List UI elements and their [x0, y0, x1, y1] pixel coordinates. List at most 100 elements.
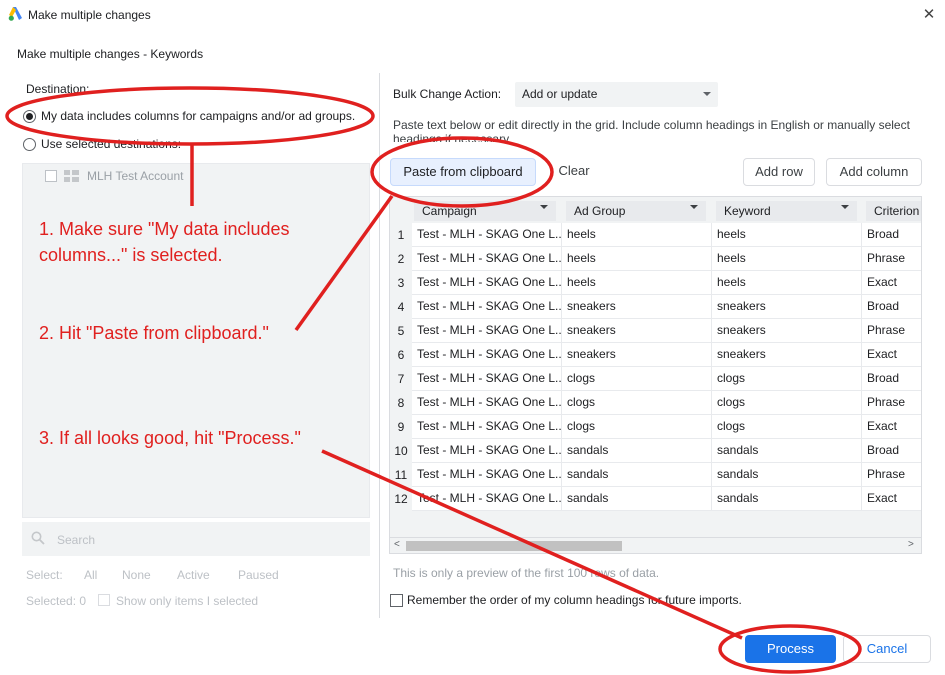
remember-order-label[interactable]: Remember the order of my column headings… — [407, 593, 742, 607]
cell-campaign[interactable]: Test - MLH - SKAG One L... — [412, 247, 562, 271]
cell-keyword[interactable]: clogs — [712, 415, 862, 439]
cell-keyword[interactable]: sandals — [712, 487, 862, 511]
cell-campaign[interactable]: Test - MLH - SKAG One L... — [412, 319, 562, 343]
cell-ad-group[interactable]: clogs — [562, 415, 712, 439]
radio-my-data[interactable] — [23, 110, 36, 123]
scrollbar-thumb[interactable] — [406, 541, 622, 551]
cell-criterion[interactable]: Phrase — [862, 319, 921, 343]
selected-count: Selected: 0 — [26, 594, 87, 608]
cell-criterion[interactable]: Phrase — [862, 247, 921, 271]
cell-criterion[interactable]: Phrase — [862, 391, 921, 415]
clear-button[interactable]: Clear — [551, 158, 597, 186]
cell-ad-group[interactable]: clogs — [562, 391, 712, 415]
cell-campaign[interactable]: Test - MLH - SKAG One L... — [412, 271, 562, 295]
row-number: 7 — [397, 372, 405, 386]
chevron-down-icon[interactable] — [841, 205, 849, 209]
row-number: 4 — [397, 300, 405, 314]
process-button[interactable]: Process — [745, 635, 836, 663]
cell-keyword[interactable]: heels — [712, 223, 862, 247]
cell-criterion[interactable]: Broad — [862, 295, 921, 319]
chevron-down-icon[interactable] — [690, 205, 698, 209]
horizontal-scrollbar[interactable]: < > — [390, 537, 921, 553]
cell-keyword[interactable]: heels — [712, 247, 862, 271]
cell-keyword[interactable]: sandals — [712, 463, 862, 487]
account-checkbox[interactable] — [45, 170, 57, 182]
cell-ad-group[interactable]: heels — [562, 271, 712, 295]
row-number: 8 — [397, 396, 405, 410]
cell-criterion[interactable]: Broad — [862, 223, 921, 247]
cell-ad-group[interactable]: heels — [562, 247, 712, 271]
select-label: Select: — [26, 568, 63, 582]
cell-criterion[interactable]: Exact — [862, 343, 921, 367]
cell-campaign[interactable]: Test - MLH - SKAG One L... — [412, 463, 562, 487]
cell-ad-group[interactable]: sneakers — [562, 343, 712, 367]
cell-criterion[interactable]: Exact — [862, 271, 921, 295]
row-number: 2 — [397, 252, 405, 266]
add-column-button[interactable]: Add column — [826, 158, 922, 186]
scroll-right-icon[interactable]: > — [908, 539, 914, 550]
cell-criterion[interactable]: Broad — [862, 439, 921, 463]
row-number: 9 — [397, 420, 405, 434]
data-grid[interactable]: Campaign Ad Group Keyword Criterion 1 Tes… — [389, 196, 922, 554]
show-only-selected-label[interactable]: Show only items I selected — [116, 594, 258, 608]
google-ads-logo-icon — [8, 7, 22, 21]
add-row-button[interactable]: Add row — [743, 158, 815, 186]
cell-keyword[interactable]: sneakers — [712, 319, 862, 343]
cell-criterion[interactable]: Broad — [862, 367, 921, 391]
cell-ad-group[interactable]: clogs — [562, 367, 712, 391]
cell-criterion[interactable]: Exact — [862, 415, 921, 439]
cell-criterion[interactable]: Exact — [862, 487, 921, 511]
scroll-left-icon[interactable]: < — [394, 539, 400, 550]
cell-keyword[interactable]: clogs — [712, 367, 862, 391]
column-header-campaign[interactable]: Campaign — [414, 201, 556, 221]
radio-my-data-label[interactable]: My data includes columns for campaigns a… — [41, 109, 355, 123]
cell-keyword[interactable]: clogs — [712, 391, 862, 415]
grid-header: Campaign Ad Group Keyword Criterion — [390, 197, 921, 223]
row-number: 12 — [394, 492, 408, 506]
select-active-link[interactable]: Active — [177, 568, 210, 582]
cell-keyword[interactable]: sneakers — [712, 343, 862, 367]
select-all-link[interactable]: All — [84, 568, 97, 582]
show-only-selected-checkbox[interactable] — [98, 594, 110, 606]
cell-ad-group[interactable]: sneakers — [562, 295, 712, 319]
cell-campaign[interactable]: Test - MLH - SKAG One L... — [412, 223, 562, 247]
cancel-button[interactable]: Cancel — [843, 635, 931, 663]
cell-ad-group[interactable]: sneakers — [562, 319, 712, 343]
column-header-ad-group[interactable]: Ad Group — [566, 201, 706, 221]
account-name[interactable]: MLH Test Account — [87, 169, 184, 183]
cell-ad-group[interactable]: sandals — [562, 439, 712, 463]
column-header-label: Keyword — [724, 204, 771, 218]
remember-order-checkbox[interactable] — [390, 594, 403, 607]
cell-campaign[interactable]: Test - MLH - SKAG One L... — [412, 295, 562, 319]
cell-campaign[interactable]: Test - MLH - SKAG One L... — [412, 367, 562, 391]
cell-keyword[interactable]: heels — [712, 271, 862, 295]
cell-campaign[interactable]: Test - MLH - SKAG One L... — [412, 391, 562, 415]
search-placeholder: Search — [57, 533, 96, 547]
chevron-down-icon[interactable] — [540, 205, 548, 209]
cell-criterion[interactable]: Phrase — [862, 463, 921, 487]
cell-campaign[interactable]: Test - MLH - SKAG One L... — [412, 439, 562, 463]
annotation-step-3: 3. If all looks good, hit "Process." — [39, 428, 301, 448]
bulk-change-action-value[interactable]: Add or update — [522, 87, 597, 101]
window-title: Make multiple changes — [28, 8, 151, 22]
row-number: 11 — [394, 468, 408, 482]
row-number: 1 — [397, 228, 405, 242]
cell-keyword[interactable]: sandals — [712, 439, 862, 463]
close-icon[interactable]: ✕ — [918, 4, 940, 26]
column-header-criterion[interactable]: Criterion — [866, 201, 921, 221]
radio-use-selected-label[interactable]: Use selected destinations: — [41, 137, 181, 151]
cell-ad-group[interactable]: sandals — [562, 487, 712, 511]
cell-keyword[interactable]: sneakers — [712, 295, 862, 319]
paste-from-clipboard-button[interactable]: Paste from clipboard — [390, 158, 536, 186]
cell-campaign[interactable]: Test - MLH - SKAG One L... — [412, 343, 562, 367]
chevron-down-icon[interactable] — [703, 92, 711, 96]
cell-campaign[interactable]: Test - MLH - SKAG One L... — [412, 487, 562, 511]
cell-ad-group[interactable]: sandals — [562, 463, 712, 487]
select-paused-link[interactable]: Paused — [238, 568, 279, 582]
cell-ad-group[interactable]: heels — [562, 223, 712, 247]
cell-campaign[interactable]: Test - MLH - SKAG One L... — [412, 415, 562, 439]
dialog-subtitle: Make multiple changes - Keywords — [17, 47, 204, 61]
select-none-link[interactable]: None — [122, 568, 151, 582]
column-header-keyword[interactable]: Keyword — [716, 201, 857, 221]
radio-use-selected[interactable] — [23, 138, 36, 151]
